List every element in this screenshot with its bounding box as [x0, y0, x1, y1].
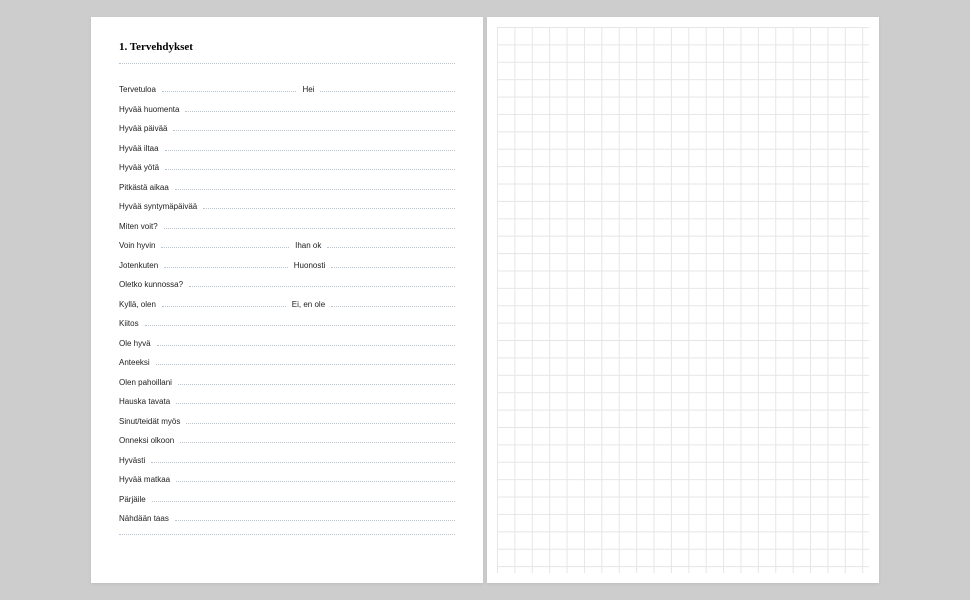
right-page-grid	[487, 17, 879, 583]
dotted-line	[162, 91, 297, 92]
term-label: Oletko kunnossa?	[119, 280, 183, 289]
vocabulary-row: Hyvää iltaa	[119, 144, 455, 164]
dotted-line	[165, 150, 455, 151]
term-label: Hauska tavata	[119, 397, 170, 406]
vocabulary-row: Pitkästä aikaa	[119, 183, 455, 203]
vocabulary-row: Ole hyvä	[119, 339, 455, 359]
vocabulary-row	[119, 534, 455, 556]
term-label: Hyvää matkaa	[119, 475, 170, 484]
dotted-line	[161, 247, 289, 248]
vocabulary-row: Hyvää yötä	[119, 163, 455, 183]
vocabulary-row: Hyvää matkaa	[119, 475, 455, 495]
dotted-line	[156, 364, 455, 365]
vocabulary-row: Miten voit?	[119, 222, 455, 242]
vocabulary-row: Sinut/teidät myös	[119, 417, 455, 437]
vocabulary-row: Voin hyvin Ihan ok	[119, 241, 455, 261]
term-label: Olen pahoillani	[119, 378, 172, 387]
vocabulary-row: Kiitos	[119, 319, 455, 339]
dotted-line	[164, 267, 288, 268]
term-label: Jotenkuten	[119, 261, 158, 270]
term-label: Pitkästä aikaa	[119, 183, 169, 192]
term-label: Hyvää iltaa	[119, 144, 159, 153]
vocabulary-row: Hyvää huomenta	[119, 105, 455, 125]
dotted-line	[175, 520, 455, 521]
term-label: Voin hyvin	[119, 241, 155, 250]
dotted-line	[178, 384, 455, 385]
term-label: Hyvää huomenta	[119, 105, 179, 114]
dotted-line	[151, 462, 455, 463]
term-label: Kiitos	[119, 319, 139, 328]
dotted-line	[164, 228, 455, 229]
term-label: Ihan ok	[295, 241, 321, 250]
vocabulary-row: Jotenkuten Huonosti	[119, 261, 455, 281]
vocabulary-row: Nähdään taas	[119, 514, 455, 534]
term-label: Hyvää syntymäpäivää	[119, 202, 197, 211]
dotted-line	[185, 111, 455, 112]
vocabulary-row: Anteeksi	[119, 358, 455, 378]
vocabulary-row: Pärjäile	[119, 495, 455, 515]
vocabulary-row: Hyvästi	[119, 456, 455, 476]
vocabulary-row: Olen pahoillani	[119, 378, 455, 398]
dotted-line	[162, 306, 286, 307]
term-label: Hyvää päivää	[119, 124, 167, 133]
vocabulary-row: Kyllä, olen Ei, en ole	[119, 300, 455, 320]
term-label: Miten voit?	[119, 222, 158, 231]
term-label: Pärjäile	[119, 495, 146, 504]
term-label: Hyvää yötä	[119, 163, 159, 172]
term-label: Hei	[302, 85, 314, 94]
dotted-line	[331, 306, 455, 307]
term-label: Ei, en ole	[292, 300, 325, 309]
dotted-line	[119, 63, 455, 64]
page-spread: 1. Tervehdykset Tervetuloa Hei Hyvää huome…	[91, 17, 879, 583]
dotted-line	[165, 169, 455, 170]
dotted-line	[320, 91, 455, 92]
term-label: Kyllä, olen	[119, 300, 156, 309]
dotted-line	[173, 130, 455, 131]
section-heading: 1. Tervehdykset	[119, 41, 455, 53]
dotted-line	[157, 345, 455, 346]
vocabulary-row: Oletko kunnossa?	[119, 280, 455, 300]
left-page: 1. Tervehdykset Tervetuloa Hei Hyvää huome…	[91, 17, 483, 583]
vocabulary-row: Onneksi olkoon	[119, 436, 455, 456]
dotted-line	[175, 189, 455, 190]
dotted-line	[152, 501, 455, 502]
dotted-line	[176, 403, 455, 404]
dotted-line	[119, 534, 455, 535]
term-label: Ole hyvä	[119, 339, 151, 348]
vocabulary-row: Hyvää päivää	[119, 124, 455, 144]
dotted-line	[331, 267, 455, 268]
term-label: Hyvästi	[119, 456, 145, 465]
vocabulary-row: Hyvää syntymäpäivää	[119, 202, 455, 222]
dotted-line	[180, 442, 455, 443]
term-label: Tervetuloa	[119, 85, 156, 94]
dotted-line	[145, 325, 455, 326]
vocabulary-rows: Tervetuloa Hei Hyvää huomenta Hyvää päivää H…	[119, 63, 455, 556]
term-label: Huonosti	[294, 261, 326, 270]
term-label: Sinut/teidät myös	[119, 417, 180, 426]
term-label: Anteeksi	[119, 358, 150, 367]
vocabulary-row: Tervetuloa Hei	[119, 85, 455, 105]
term-label: Nähdään taas	[119, 514, 169, 523]
dotted-line	[176, 481, 455, 482]
term-label: Onneksi olkoon	[119, 436, 174, 445]
dotted-line	[327, 247, 455, 248]
vocabulary-row	[119, 63, 455, 85]
dotted-line	[186, 423, 455, 424]
vocabulary-row: Hauska tavata	[119, 397, 455, 417]
dotted-line	[203, 208, 455, 209]
dotted-line	[189, 286, 455, 287]
